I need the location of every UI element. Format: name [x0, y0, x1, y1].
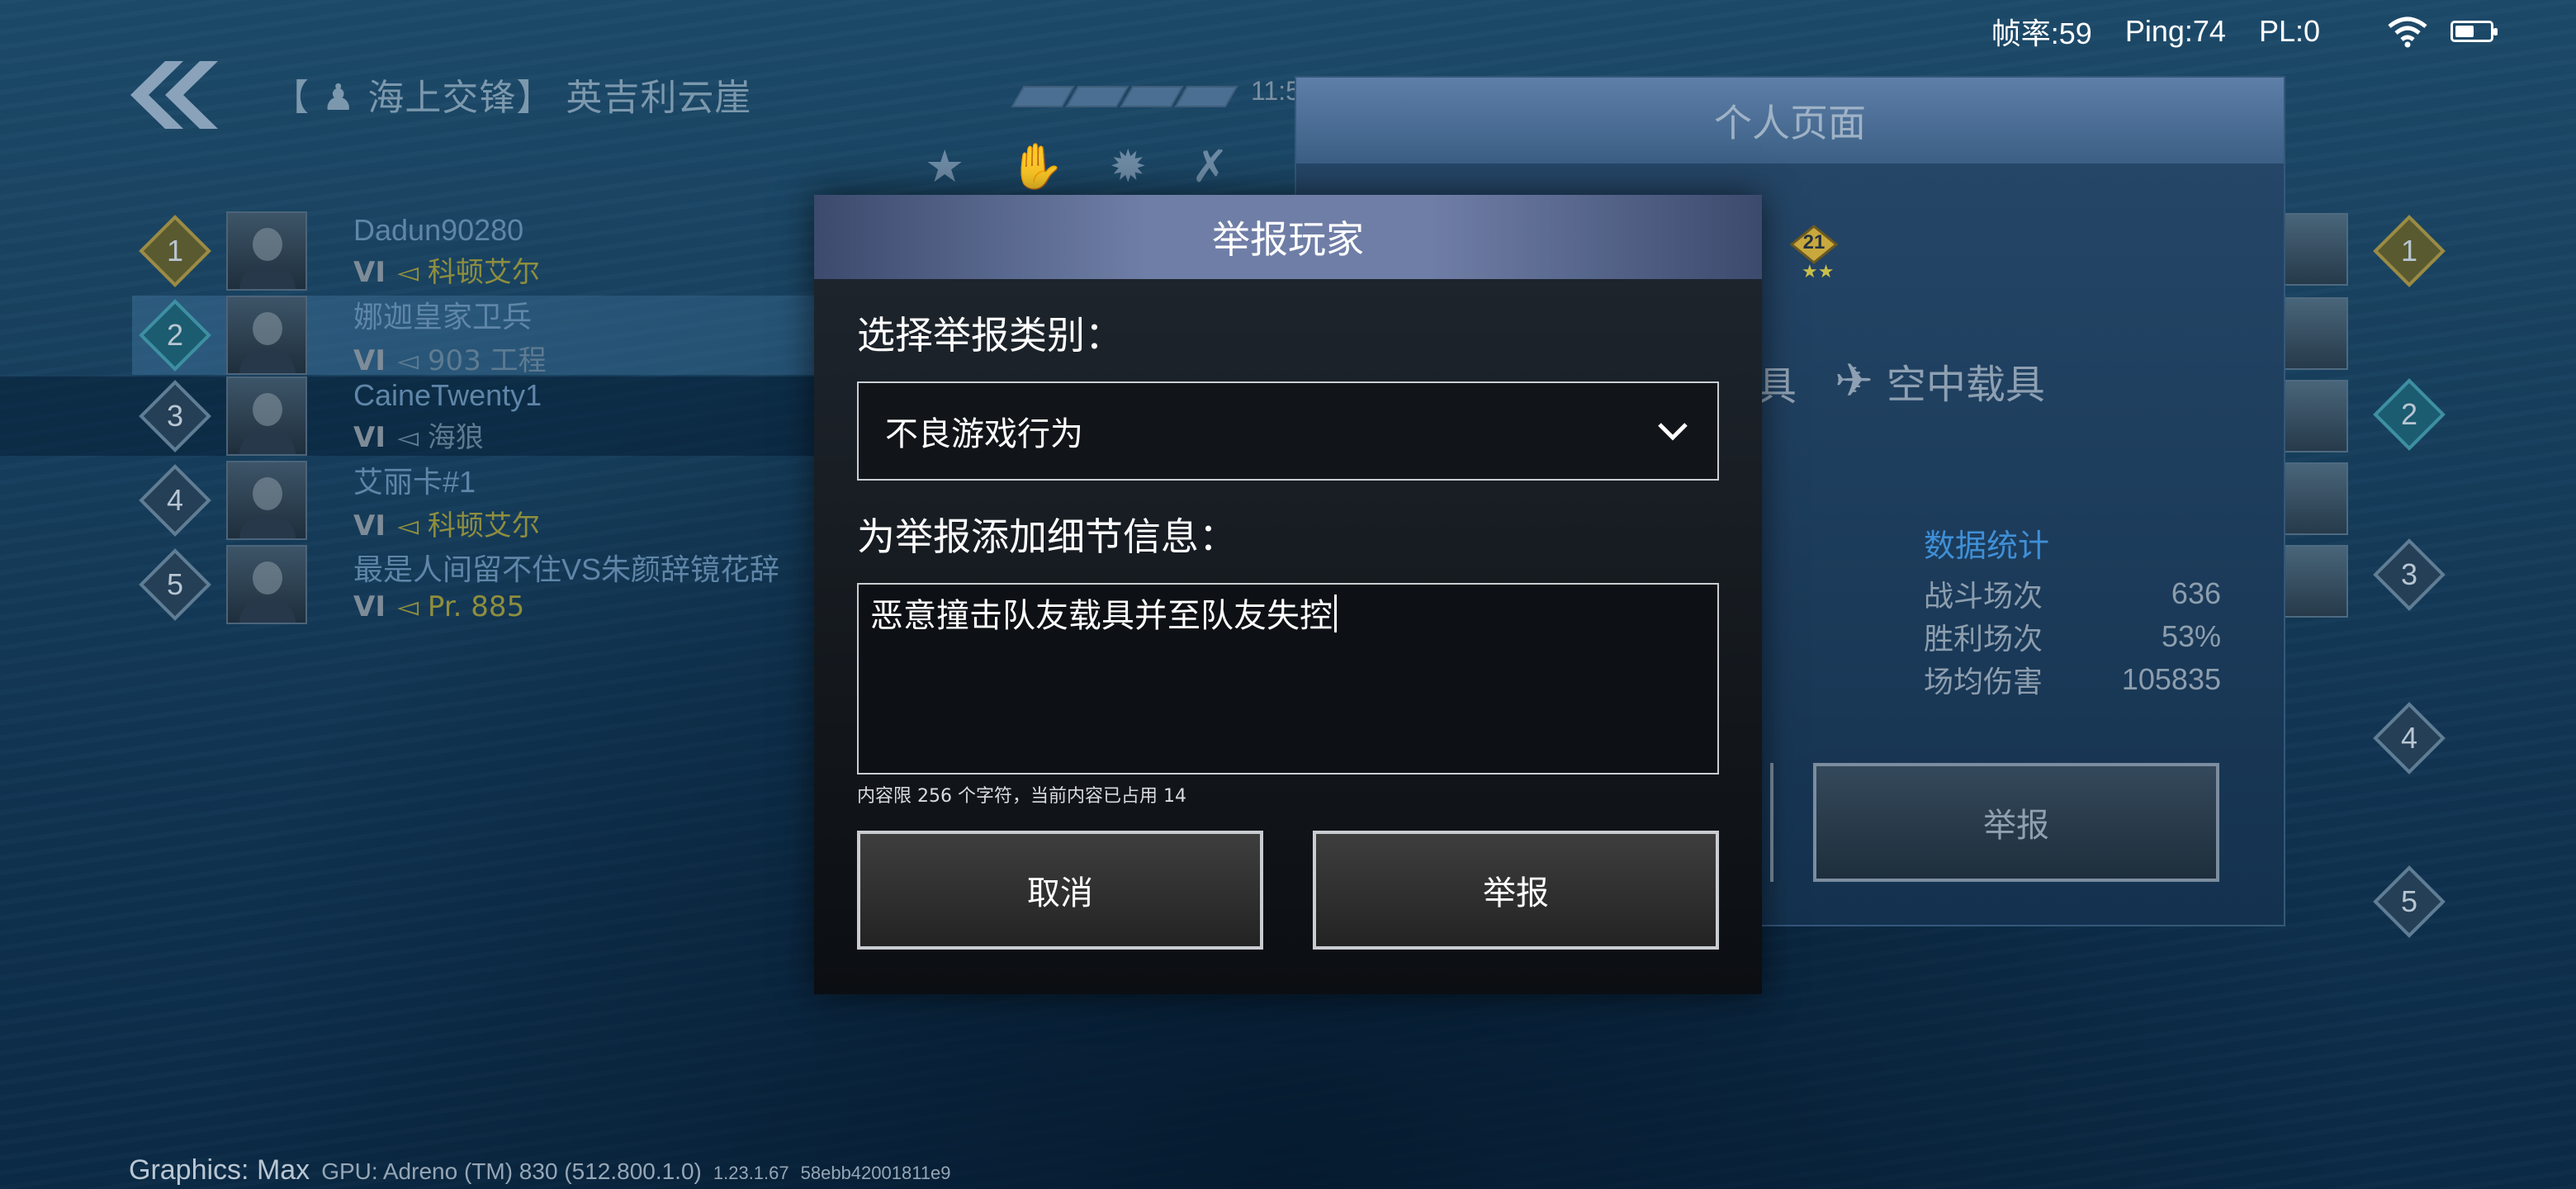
report-details-textarea[interactable]: 恶意撞击队友载具并至队友失控	[857, 583, 1719, 775]
rank-badge: 3	[132, 377, 218, 456]
player-portrait	[226, 377, 307, 456]
room-title: 【 ♟ 海上交锋】 英吉利云崖	[272, 77, 752, 119]
stat-row: 战斗场次 636	[1924, 572, 2221, 615]
player-name: 娜迦皇家卫兵	[353, 299, 533, 334]
details-label: 为举报添加细节信息：	[857, 514, 1237, 559]
stat-value: 53%	[2161, 619, 2221, 653]
status-bar: 帧率:59 Ping:74 PL:0	[1991, 12, 2498, 51]
gpu-info: GPU: Adreno (TM) 830 (512.800.1.0)	[321, 1158, 702, 1184]
profile-action-button-edge	[1762, 763, 1773, 882]
stat-label: 场均伤害	[1924, 666, 2043, 699]
star-icon[interactable]: ★	[925, 140, 964, 193]
stats-title: 数据统计	[1924, 528, 2050, 564]
ship-name: ◅ 903 工程	[396, 343, 547, 377]
player-portrait	[226, 296, 307, 375]
chevron-down-icon	[1658, 423, 1688, 441]
tab-air-label: 空中载具	[1886, 362, 2045, 408]
rank-badge: 4	[132, 461, 218, 540]
tier-label: VI	[353, 509, 386, 542]
rank-badge: 5	[132, 545, 218, 624]
category-label: 选择举报类别：	[857, 313, 1123, 358]
airplane-icon: ✈	[1835, 353, 1873, 408]
player-portrait	[2284, 462, 2348, 535]
text-caret	[1334, 594, 1337, 632]
player-portrait	[226, 545, 307, 624]
back-chevron-icon[interactable]	[124, 58, 223, 132]
stat-label: 胜利场次	[1924, 623, 2043, 656]
ship-name: ◅ 科顿艾尔	[396, 509, 540, 542]
report-category-value: 不良游戏行为	[885, 415, 1083, 453]
tier-label: VI	[353, 590, 386, 623]
player-portrait	[2284, 297, 2348, 370]
stat-value: 636	[2171, 576, 2221, 610]
ship-name: ◅ Pr. 885	[396, 590, 525, 623]
rank-badge: 2	[2366, 375, 2452, 454]
character-limit-hint: 内容限 256 个字符，当前内容已占用 14	[857, 786, 1186, 807]
report-player-dialog: 举报玩家 选择举报类别： 不良游戏行为 为举报添加细节信息： 恶意撞击队友载具并…	[814, 195, 1762, 994]
ship-name: ◅ 科顿艾尔	[396, 255, 540, 289]
player-name: Dadun90280	[353, 212, 524, 247]
rank-badge: 2	[132, 296, 218, 375]
match-progress-bar	[1011, 86, 1238, 107]
tier-label: VI	[353, 420, 386, 454]
explosion-icon[interactable]: ✹	[1110, 140, 1147, 193]
handshake-icon[interactable]: ✋	[1009, 140, 1064, 193]
debug-footer: Graphics: Max GPU: Adreno (TM) 830 (512.…	[129, 1154, 951, 1187]
profile-panel-title: 个人页面	[1714, 101, 1866, 145]
report-details-text: 恶意撞击队友载具并至队友失控	[870, 597, 1333, 635]
match-timer: 11:5	[1251, 76, 1300, 106]
rank-badge: 3	[2366, 535, 2452, 614]
ship-name: ◅ 海狼	[396, 420, 484, 454]
stat-label: 战斗场次	[1924, 580, 2043, 613]
build-hash: 58ebb42001811e9	[800, 1163, 951, 1183]
rank-badge: 1	[132, 211, 218, 291]
level-badge: ★★ 21	[1785, 225, 1843, 282]
svg-text:★★: ★★	[1802, 262, 1834, 282]
wifi-icon	[2388, 17, 2427, 48]
profile-report-button[interactable]: 举报	[1813, 763, 2219, 882]
tier-label: VI	[353, 343, 386, 377]
stat-value: 105835	[2121, 662, 2221, 696]
stat-row: 场均伤害 105835	[1924, 658, 2221, 701]
player-name: 艾丽卡#1	[353, 464, 476, 499]
report-category-select[interactable]: 不良游戏行为	[857, 381, 1719, 481]
tab-air-vehicles[interactable]: ✈ 空中载具	[1835, 352, 2045, 410]
rank-badge: 5	[2366, 862, 2452, 941]
rank-badge: 4	[2366, 699, 2452, 778]
level-number: 21	[1802, 231, 1825, 253]
battery-icon	[2451, 21, 2498, 42]
player-name: 最是人间留不住VS朱颜辞镜花辞	[353, 552, 780, 586]
player-portrait	[226, 211, 307, 291]
cancel-button[interactable]: 取消	[857, 831, 1263, 950]
player-portrait	[2284, 380, 2348, 452]
rank-badge: 1	[2366, 211, 2452, 291]
tier-label: VI	[353, 255, 386, 289]
player-name: CaineTwenty1	[353, 377, 542, 412]
packet-loss-readout: PL:0	[2258, 14, 2320, 48]
player-portrait	[226, 461, 307, 540]
fps-readout: 帧率:59	[1991, 17, 2092, 50]
version-info: 1.23.1.67	[713, 1163, 789, 1183]
dialog-title: 举报玩家	[1212, 217, 1364, 262]
player-portrait	[2284, 213, 2348, 286]
ping-readout: Ping:74	[2124, 14, 2226, 48]
player-portrait	[2284, 545, 2348, 618]
tab-naval-vehicles[interactable]: 具	[1757, 353, 1797, 411]
mode-icons: ★ ✋ ✹ ✗	[925, 140, 1229, 193]
tools-icon[interactable]: ✗	[1191, 140, 1229, 193]
graphics-setting: Graphics: Max	[129, 1154, 310, 1186]
submit-report-button[interactable]: 举报	[1313, 831, 1719, 950]
stats-section: 数据统计 战斗场次 636 胜利场次 53% 场均伤害 105835	[1924, 520, 2221, 701]
stat-row: 胜利场次 53%	[1924, 615, 2221, 658]
